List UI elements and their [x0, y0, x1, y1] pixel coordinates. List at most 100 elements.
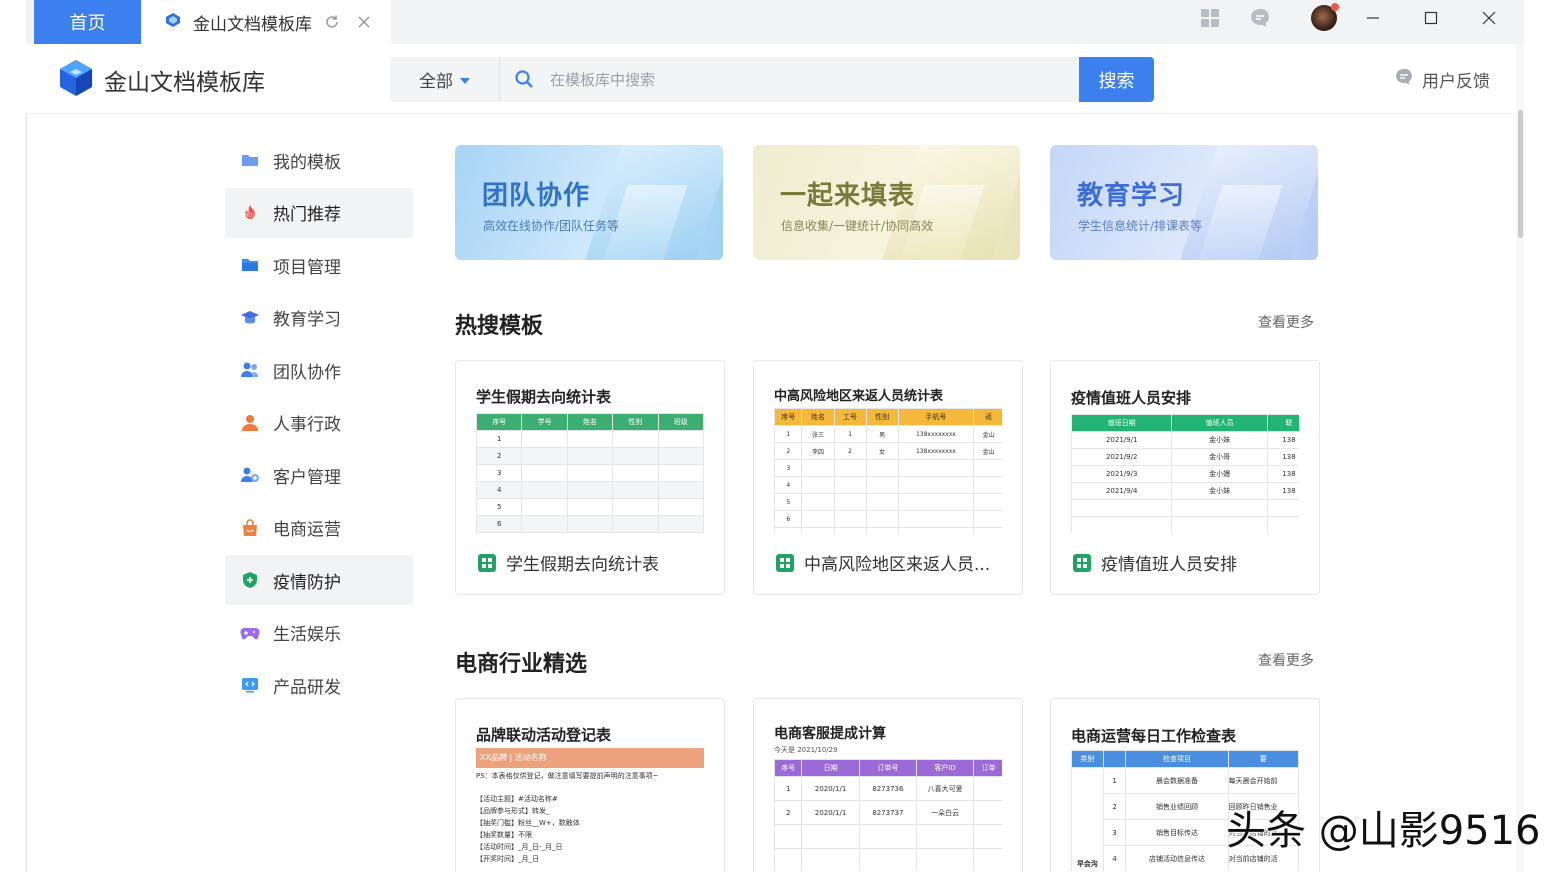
preview-table: 序号 日期 订单号 客户ID 订单 1 2020/1/1 8273736 八喜大可爱 … — [774, 759, 1002, 871]
preview-title: 学生假期去向统计表 — [476, 388, 612, 406]
banner-fill-form[interactable]: 一起来填表 信息收集/一键统计/协同高效 — [753, 145, 1020, 260]
section-title-hot: 热搜模板 — [455, 314, 544, 339]
preview-cell: 2021/9/1 — [1071, 431, 1173, 449]
logo-text: 金山文档模板库 — [104, 70, 265, 96]
search-category-select[interactable]: 全部 — [390, 57, 500, 102]
preview-line: 【活动主题】#活动名称# — [476, 795, 558, 803]
template-preview: 中高风险地区来返人员统计表 序号 姓名 工号 性别 手机号 返 1 张三 1 男 138… — [774, 383, 1002, 533]
preview-date: 今天是 2021/10/29 — [774, 746, 838, 754]
tab-template-library[interactable]: 金山文档模板库 — [141, 0, 391, 44]
preview-cell: 5 — [774, 493, 803, 511]
preview-header-cell: 日期 — [801, 759, 860, 777]
tab-home[interactable]: 首页 — [34, 0, 141, 44]
preview-header-cell: 姓名 — [566, 413, 614, 431]
apps-grid-icon[interactable] — [1199, 7, 1221, 29]
banner-team[interactable]: 团队协作 高效在线协作/团队任务等 — [455, 145, 723, 260]
sidebar-item-entertainment[interactable]: 生活娱乐 — [225, 608, 413, 658]
preview-cell: 金小妹 — [1171, 431, 1268, 449]
spreadsheet-icon — [776, 553, 794, 572]
scrollbar-thumb[interactable] — [1518, 110, 1523, 238]
close-window-icon[interactable] — [1460, 0, 1518, 36]
banner-title: 教育学习 — [1077, 181, 1186, 211]
preview-cell: 金山 — [973, 425, 1002, 443]
template-name: 学生假期去向统计表 — [506, 555, 659, 575]
close-tab-icon[interactable] — [353, 11, 375, 33]
preview-header-cell: 班级 — [657, 413, 704, 431]
preview-header-cell: 客户ID — [915, 759, 975, 777]
search-button[interactable]: 搜索 — [1079, 57, 1154, 102]
template-caption: 疫情值班人员安排 — [1073, 550, 1313, 575]
preview-cell: 2 — [1102, 793, 1127, 820]
sidebar-item-rnd[interactable]: 产品研发 — [225, 660, 413, 710]
preview-cell: 1 — [833, 425, 867, 443]
preview-cell: 金小哥 — [1171, 448, 1268, 466]
sidebar-item-hr[interactable]: 人事行政 — [225, 398, 413, 448]
sidebar-item-project[interactable]: 项目管理 — [225, 240, 413, 290]
sidebar-item-hot[interactable]: HOT 热门推荐 — [225, 187, 413, 238]
sidebar-item-team[interactable]: 团队协作 — [225, 345, 413, 395]
gamepad-icon — [240, 623, 260, 643]
sidebar-item-ecommerce[interactable]: 电商运营 — [225, 503, 413, 553]
logo[interactable]: 金山文档模板库 — [60, 60, 265, 100]
preview-title: 中高风险地区来返人员统计表 — [774, 389, 944, 404]
kdocs-tab-icon — [165, 12, 181, 33]
preview-header-cell: 要 — [1227, 750, 1299, 768]
customer-icon — [240, 465, 260, 485]
banner-title: 团队协作 — [482, 181, 591, 211]
feedback-link[interactable]: 用户反馈 — [1394, 67, 1490, 92]
preview-cell: 金山 — [973, 442, 1002, 460]
reload-icon[interactable] — [321, 11, 343, 33]
preview-cell: 2020/1/1 — [801, 800, 860, 825]
template-caption: 中高风险地区来返人员... — [776, 550, 1016, 575]
hot-icon: HOT — [240, 203, 260, 223]
ecommerce-more-link[interactable]: 查看更多 — [1258, 650, 1314, 670]
preview-cell: 销售目标传达 — [1125, 819, 1229, 846]
preview-cell: 2021/9/2 — [1071, 448, 1173, 466]
sidebar-item-label: 疫情防护 — [273, 572, 341, 593]
hot-more-link[interactable]: 查看更多 — [1258, 312, 1314, 332]
template-card[interactable]: 学生假期去向统计表 序号 学号 姓名 性别 班级 1 2 3 4 5 6 学生假… — [455, 360, 725, 595]
preview-line: 【抽奖数量】不限 — [476, 831, 532, 839]
search-icon — [514, 69, 534, 93]
template-card[interactable]: 中高风险地区来返人员统计表 序号 姓名 工号 性别 手机号 返 1 张三 1 男 138… — [753, 360, 1023, 595]
feedback-label: 用户反馈 — [1422, 72, 1490, 92]
preview-cell: 4 — [774, 476, 803, 494]
preview-header-cell: 序号 — [476, 413, 523, 431]
preview-header-cell: 序号 — [774, 759, 803, 777]
sidebar-item-my-templates[interactable]: 我的模板 — [225, 135, 413, 185]
preview-cell: 2021/9/4 — [1071, 482, 1173, 500]
preview-cell: 八喜大可爱 — [915, 776, 975, 801]
template-card[interactable]: 品牌联动活动登记表 XX品牌 | 活动名称 PS：本表格仅供登记，做注意填写要提… — [455, 698, 725, 872]
code-icon — [240, 675, 260, 695]
sidebar-item-label: 教育学习 — [273, 310, 341, 330]
preview-cell: 一朵白云 — [915, 800, 975, 825]
project-folder-icon — [240, 255, 260, 275]
preview-header-cell: 性别 — [865, 408, 899, 426]
template-name: 中高风险地区来返人员... — [804, 555, 991, 575]
preview-header-cell: 值班日期 — [1071, 414, 1173, 432]
minimize-icon[interactable] — [1344, 0, 1402, 36]
search-input[interactable] — [550, 57, 1060, 102]
template-card[interactable]: 疫情值班人员安排 值班日期 值班人员 联 2021/9/1 金小妹 138 2021… — [1050, 360, 1320, 595]
preview-cell: 7 — [774, 527, 803, 533]
chat-icon[interactable] — [1249, 7, 1271, 29]
preview-cell: 6 — [476, 515, 523, 533]
sidebar-item-label: 热门推荐 — [273, 205, 341, 225]
preview-cell: 138 — [1266, 448, 1299, 466]
sidebar-item-education[interactable]: 教育学习 — [225, 293, 413, 343]
preview-cell: 8273737 — [858, 800, 917, 825]
sidebar-item-customer[interactable]: 客户管理 — [225, 450, 413, 500]
svg-text:HOT: HOT — [245, 213, 257, 219]
sidebar-item-label: 团队协作 — [273, 362, 341, 383]
banner-subtitle: 高效在线协作/团队任务等 — [483, 219, 620, 233]
sidebar-item-epidemic[interactable]: 疫情防护 — [225, 555, 413, 605]
preview-title: 疫情值班人员安排 — [1071, 389, 1192, 407]
template-preview: 电商客服提成计算 今天是 2021/10/29 序号 日期 订单号 客户ID 订… — [774, 721, 1002, 871]
template-card[interactable]: 电商客服提成计算 今天是 2021/10/29 序号 日期 订单号 客户ID 订… — [753, 698, 1023, 872]
preview-cell: 金小妹 — [1171, 482, 1268, 500]
feedback-icon — [1394, 67, 1414, 92]
maximize-icon[interactable] — [1402, 0, 1460, 36]
preview-header-cell: 订单号 — [858, 759, 917, 777]
preview-title: 电商运营每日工作检查表 — [1071, 727, 1237, 745]
banner-education[interactable]: 教育学习 学生信息统计/排课表等 — [1050, 145, 1318, 260]
